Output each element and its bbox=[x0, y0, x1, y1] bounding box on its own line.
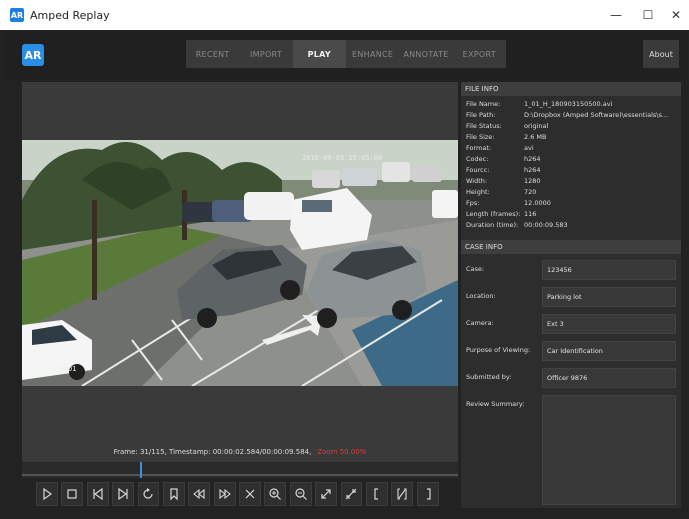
app-logo: AR bbox=[22, 44, 44, 66]
file-info-row: File Name: 1_01_H_180903150500.avi bbox=[466, 100, 613, 108]
mark-in-button[interactable] bbox=[365, 482, 388, 506]
file-info-row: Length (frames): 116 bbox=[466, 210, 537, 218]
camera-field[interactable]: Ext 3 bbox=[542, 314, 676, 334]
case-label: Case: bbox=[466, 265, 485, 273]
submitted-label: Submitted by: bbox=[466, 373, 512, 381]
clear-marks-button[interactable] bbox=[391, 482, 414, 506]
location-label: Location: bbox=[466, 292, 496, 300]
zoom-in-button[interactable] bbox=[264, 482, 287, 506]
case-info-header: CASE INFO bbox=[461, 240, 681, 254]
file-info-row: Height: 720 bbox=[466, 188, 537, 196]
rewind-icon bbox=[193, 488, 205, 500]
tab-enhance[interactable]: ENHANCE bbox=[346, 40, 399, 68]
parking-lot-scene bbox=[22, 140, 458, 386]
timeline-slider[interactable] bbox=[22, 462, 458, 478]
mark-out-icon bbox=[426, 488, 431, 500]
video-frame[interactable]: 2018-09-03 15:05:00 CAM01 bbox=[22, 140, 458, 386]
play-button[interactable] bbox=[36, 482, 58, 506]
frame-timestamp-text: Frame: 31/115, Timestamp: 00:00:02.584/0… bbox=[113, 448, 312, 456]
fast-forward-icon bbox=[219, 488, 231, 500]
case-field[interactable]: 123456 bbox=[542, 260, 676, 280]
next-frame-icon bbox=[118, 487, 128, 501]
camera-field-label: Camera: bbox=[466, 319, 494, 327]
camera-label: CAM01 bbox=[52, 365, 77, 373]
video-timestamp-overlay: 2018-09-03 15:05:00 bbox=[302, 154, 383, 162]
bookmark-icon bbox=[170, 488, 178, 501]
window-title: Amped Replay bbox=[30, 8, 110, 22]
purpose-label: Purpose of Viewing: bbox=[466, 346, 531, 354]
previous-frame-icon bbox=[93, 487, 103, 501]
close-video-button[interactable] bbox=[239, 482, 261, 506]
clear-marks-icon bbox=[397, 488, 407, 500]
summary-label: Review Summary: bbox=[466, 400, 525, 408]
timeline-track bbox=[22, 474, 458, 476]
about-button[interactable]: About bbox=[643, 40, 679, 68]
playback-controls bbox=[36, 479, 442, 509]
file-info-row: Duration (time): 00:00:09.583 bbox=[466, 221, 568, 229]
file-info-row: File Status: original bbox=[466, 122, 549, 130]
tab-play[interactable]: PLAY bbox=[292, 40, 346, 68]
next-frame-button[interactable] bbox=[112, 482, 134, 506]
app-icon: AR bbox=[10, 8, 24, 22]
tab-annotate[interactable]: ANNOTATE bbox=[399, 40, 452, 68]
purpose-field[interactable]: Car Identification bbox=[542, 341, 676, 361]
rewind-button[interactable] bbox=[188, 482, 211, 506]
fit-shrink-button[interactable] bbox=[340, 482, 363, 506]
app-window: AR Amped Replay — ☐ ✕ AR RECENT IMPORT P… bbox=[0, 0, 689, 519]
fit-expand-button[interactable] bbox=[315, 482, 337, 506]
top-bar: AR RECENT IMPORT PLAY ENHANCE ANNOTATE E… bbox=[5, 30, 687, 80]
mark-out-button[interactable] bbox=[416, 482, 439, 506]
case-row: Case: 123456 bbox=[461, 260, 681, 280]
main-tabs: RECENT IMPORT PLAY ENHANCE ANNOTATE EXPO… bbox=[186, 40, 506, 68]
camera-row: Camera: Ext 3 bbox=[461, 314, 681, 334]
loop-icon bbox=[143, 488, 154, 499]
tab-import[interactable]: IMPORT bbox=[239, 40, 292, 68]
mark-in-icon bbox=[374, 488, 378, 500]
close-icon bbox=[245, 489, 255, 499]
close-window-button[interactable]: ✕ bbox=[660, 0, 689, 30]
file-info-header: FILE INFO bbox=[461, 82, 681, 96]
fit-expand-icon bbox=[321, 489, 331, 499]
file-info-row: Fourcc: h264 bbox=[466, 166, 541, 174]
video-viewer[interactable]: 2018-09-03 15:05:00 CAM01 bbox=[22, 82, 458, 462]
fit-shrink-icon bbox=[346, 488, 357, 500]
minimize-button[interactable]: — bbox=[600, 0, 632, 30]
file-info-row: File Size: 2.6 MB bbox=[466, 133, 547, 141]
bookmark-button[interactable] bbox=[162, 482, 185, 506]
file-info-row: Fps: 12.0000 bbox=[466, 199, 551, 207]
zoom-level-text: Zoom 50.00% bbox=[317, 448, 367, 456]
zoom-in-icon bbox=[269, 488, 282, 500]
previous-frame-button[interactable] bbox=[86, 482, 109, 506]
zoom-out-icon bbox=[295, 488, 307, 500]
file-info-row: Codec: h264 bbox=[466, 155, 541, 163]
summary-row: Review Summary: bbox=[461, 395, 681, 505]
loop-button[interactable] bbox=[137, 482, 160, 506]
timeline-playhead[interactable] bbox=[139, 462, 142, 478]
info-panel: FILE INFO File Name: 1_01_H_180903150500.… bbox=[461, 82, 681, 508]
location-field[interactable]: Parking lot bbox=[542, 287, 676, 307]
stop-button[interactable] bbox=[61, 482, 84, 506]
location-row: Location: Parking lot bbox=[461, 287, 681, 307]
fast-forward-button[interactable] bbox=[213, 482, 236, 506]
zoom-out-button[interactable] bbox=[289, 482, 312, 506]
submitted-row: Submitted by: Officer 9876 bbox=[461, 368, 681, 388]
play-icon bbox=[43, 487, 52, 501]
tab-export[interactable]: EXPORT bbox=[453, 40, 506, 68]
submitted-field[interactable]: Officer 9876 bbox=[542, 368, 676, 388]
file-info-row: Format: avi bbox=[466, 144, 534, 152]
file-info-row: Width: 1280 bbox=[466, 177, 541, 185]
stop-icon bbox=[67, 489, 77, 499]
file-info-row: File Path: D:\Dropbox (Amped Software)\es… bbox=[466, 111, 669, 119]
tab-recent[interactable]: RECENT bbox=[186, 40, 239, 68]
purpose-row: Purpose of Viewing: Car Identification bbox=[461, 341, 681, 361]
title-bar: AR Amped Replay — ☐ ✕ bbox=[0, 0, 689, 30]
frame-status: Frame: 31/115, Timestamp: 00:00:02.584/0… bbox=[22, 448, 458, 460]
review-summary-field[interactable] bbox=[542, 395, 676, 505]
